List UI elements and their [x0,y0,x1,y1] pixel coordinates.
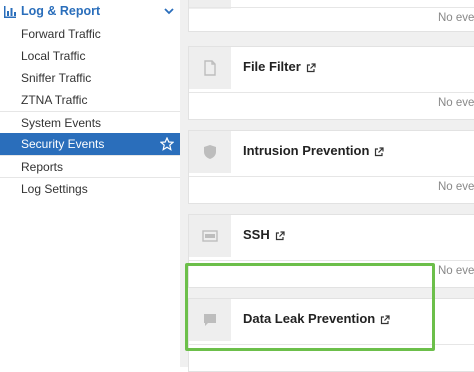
widget-status: No event [438,265,474,277]
file-icon [204,60,216,76]
sidebar-item-label: Sniffer Traffic [21,71,92,85]
sidebar-item-label: Security Events [21,137,105,151]
external-link-icon[interactable] [374,146,385,157]
sidebar-section-title: Log & Report [21,4,101,18]
divider [189,7,474,8]
sidebar-item-label: System Events [21,115,102,130]
sidebar-item-reports[interactable]: Reports [0,155,180,177]
widget-title[interactable]: SSH [243,227,285,242]
widget-title[interactable]: File Filter [243,59,316,74]
widget-title-text: File Filter [243,59,301,74]
widget-card-file-filter: File Filter No event [188,46,474,120]
sidebar-item-label: Reports [21,159,64,174]
sidebar-item-local-traffic[interactable]: Local Traffic [0,45,180,67]
widget-icon-box [189,215,231,257]
widget-title[interactable]: Intrusion Prevention [243,143,385,158]
chart-bar-icon [4,6,16,18]
widget-card-intrusion-prevention: Intrusion Prevention No event [188,130,474,204]
external-link-icon[interactable] [306,62,316,73]
sidebar-item-ztna-traffic[interactable]: ZTNA Traffic [0,89,180,111]
widget-card: No event [188,0,474,32]
external-link-icon[interactable] [275,230,285,241]
widget-status: No event [438,181,474,193]
widget-title-text: SSH [243,227,270,242]
widget-icon-box [189,131,231,173]
sidebar-item-forward-traffic[interactable]: Forward Traffic [0,23,180,45]
sidebar-item-log-settings[interactable]: Log Settings [0,177,180,199]
divider [189,260,474,261]
sidebar-item-label: ZTNA Traffic [21,93,88,107]
sidebar-item-system-events[interactable]: System Events [0,111,180,133]
sidebar-item-label: Local Traffic [21,49,86,63]
chevron-down-icon[interactable] [163,5,175,17]
sidebar-section-log-report[interactable]: Log & Report [0,0,180,23]
divider [189,176,474,177]
sidebar-item-label: Log Settings [21,181,88,196]
widget-status: No event [438,97,474,109]
sidebar-item-security-events[interactable]: Security Events [0,133,180,155]
shield-icon [204,145,216,159]
divider [189,92,474,93]
sidebar-item-label: Forward Traffic [21,27,101,41]
widget-status: No event [438,12,474,24]
sidebar-item-sniffer-traffic[interactable]: Sniffer Traffic [0,67,180,89]
star-icon[interactable] [160,137,174,151]
widget-icon-box [189,47,231,89]
widget-title-text: Intrusion Prevention [243,143,370,158]
sidebar: Log & Report Forward Traffic Local Traff… [0,0,180,367]
ssh-icon [202,230,218,242]
highlight-box [185,263,435,351]
